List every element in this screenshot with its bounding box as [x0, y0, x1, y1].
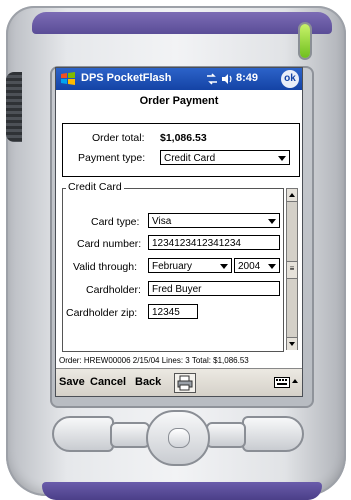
chevron-down-icon — [268, 219, 276, 224]
cardholder-zip-value: 12345 — [152, 307, 180, 318]
payment-type-select[interactable]: Credit Card — [160, 150, 290, 165]
app-title: DPS PocketFlash — [81, 72, 172, 84]
order-total-value: $1,086.53 — [160, 132, 207, 144]
card-type-label: Card type: — [91, 216, 140, 228]
volume-icon[interactable] — [221, 72, 235, 86]
valid-month-value: February — [152, 261, 193, 272]
card-number-value: 1234123412341234 — [152, 238, 241, 249]
valid-month-select[interactable]: February — [148, 258, 232, 273]
navigation-pad-center[interactable] — [168, 428, 190, 448]
command-bar: Save Cancel Back — [56, 368, 302, 396]
cancel-button[interactable]: Cancel — [90, 376, 126, 388]
print-button[interactable] — [174, 373, 196, 393]
scroll-thumb[interactable]: ≡ — [287, 261, 297, 279]
page-title: Order Payment — [139, 95, 219, 107]
chevron-down-icon — [278, 156, 286, 161]
hardware-button-center-left[interactable] — [110, 422, 150, 448]
cardholder-zip-input[interactable]: 12345 — [148, 304, 198, 319]
clock-time[interactable]: 8:49 — [236, 72, 258, 84]
windows-start-icon[interactable] — [59, 70, 77, 88]
pda-screen: DPS PocketFlash 8:49 ok Order Payment Or… — [56, 68, 302, 396]
cardholder-zip-label: Cardholder zip: — [66, 307, 138, 319]
arrow-up-icon — [289, 193, 295, 197]
card-number-input[interactable]: 1234123412341234 — [148, 235, 280, 250]
ok-button[interactable]: ok — [281, 70, 299, 88]
cardholder-value: Fred Buyer — [152, 284, 202, 295]
order-status-line: Order: HREW00006 2/15/04 Lines: 3 Total:… — [59, 356, 249, 365]
hardware-button-left[interactable] — [52, 416, 114, 452]
scroll-up-button[interactable] — [287, 189, 297, 202]
valid-year-select[interactable]: 2004 — [234, 258, 280, 273]
back-button[interactable]: Back — [135, 376, 161, 388]
valid-through-label: Valid through: — [73, 261, 138, 273]
vertical-scrollbar[interactable]: ≡ — [286, 188, 298, 350]
order-total-label: Order total: — [92, 132, 145, 144]
cardholder-label: Cardholder: — [86, 284, 141, 296]
input-panel-arrow-icon[interactable] — [292, 379, 298, 383]
card-type-select[interactable]: Visa — [148, 213, 280, 228]
arrow-down-icon — [289, 342, 295, 346]
credit-card-group-label: Credit Card — [66, 181, 124, 193]
connectivity-icon[interactable] — [206, 73, 218, 85]
payment-type-value: Credit Card — [164, 153, 216, 164]
card-type-value: Visa — [152, 216, 172, 227]
notification-led — [300, 24, 310, 58]
hardware-button-right[interactable] — [242, 416, 304, 452]
title-bar: DPS PocketFlash 8:49 ok — [56, 68, 302, 90]
scroll-down-button[interactable] — [287, 337, 297, 350]
save-button[interactable]: Save — [59, 376, 85, 388]
valid-year-value: 2004 — [238, 261, 261, 272]
cardholder-input[interactable]: Fred Buyer — [148, 281, 280, 296]
device-top-trim — [32, 12, 332, 34]
device-bottom-trim — [42, 482, 322, 500]
payment-type-label: Payment type: — [78, 152, 146, 164]
chevron-down-icon — [220, 264, 228, 269]
hardware-button-center-right[interactable] — [206, 422, 246, 448]
navigation-pad[interactable] — [146, 410, 210, 466]
printer-icon — [177, 375, 193, 391]
keyboard-icon[interactable] — [274, 375, 290, 389]
jog-wheel[interactable] — [6, 72, 22, 142]
card-number-label: Card number: — [77, 238, 142, 250]
chevron-down-icon — [268, 264, 276, 269]
